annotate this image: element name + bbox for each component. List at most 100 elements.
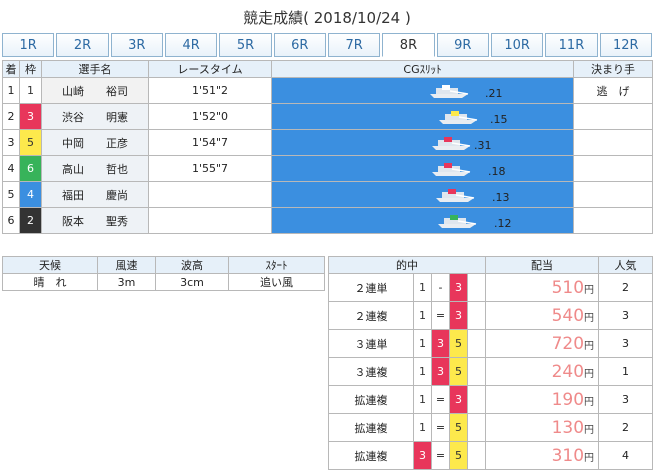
result-row: 6 2 阪本 聖秀 .12 bbox=[2, 207, 653, 234]
race-time: 1'54"7 bbox=[148, 129, 272, 156]
wave-value: 3cm bbox=[155, 273, 229, 291]
combo-separator: - bbox=[431, 273, 450, 302]
popularity-cell: 3 bbox=[598, 385, 654, 414]
race-tab-4r[interactable]: 4R bbox=[164, 33, 218, 57]
start-value: 追い風 bbox=[228, 273, 325, 291]
lane-cell: 3 bbox=[19, 103, 42, 130]
race-tab-9r[interactable]: 9R bbox=[436, 33, 489, 57]
result-row: 1 1 山崎 裕司 1'51"2.21 逃 げ bbox=[2, 77, 653, 104]
combo-spacer bbox=[466, 357, 487, 386]
boat-shape bbox=[438, 215, 477, 228]
result-row: 3 5 中岡 正彦 1'54"7 .31 bbox=[2, 129, 653, 156]
race-tabs: 1R 2R 3R 4R 5R 6R 7R 8R 9R 10R 11R 12R bbox=[2, 33, 652, 57]
results-header-row: 着 枠 選手名 レースタイム CGｽﾘｯﾄ 決まり手 bbox=[2, 60, 653, 78]
combo-separator: = bbox=[431, 301, 450, 330]
kimarite-cell bbox=[573, 207, 653, 234]
slit-value: .13 bbox=[492, 191, 510, 204]
header-kimarite: 決まり手 bbox=[573, 60, 653, 78]
payout-row: ２連複 1 = 3 540円 3 bbox=[328, 301, 654, 330]
amount-number: 720 bbox=[551, 333, 585, 354]
combo-second: 3 bbox=[449, 301, 468, 330]
bet-type: ３連複 bbox=[328, 357, 414, 386]
cg-slit-cell: .21 bbox=[271, 77, 574, 104]
popularity-cell: 3 bbox=[598, 301, 654, 330]
race-tab-8r[interactable]: 8R bbox=[382, 33, 435, 57]
boat-shape bbox=[432, 163, 471, 176]
combo-spacer bbox=[466, 413, 487, 442]
racer-name: 福田 慶尚 bbox=[41, 181, 149, 208]
boat-shape bbox=[430, 85, 469, 98]
cg-slit-cell: .15 bbox=[271, 103, 574, 130]
boat-icon bbox=[430, 135, 474, 151]
rank-cell: 3 bbox=[2, 129, 20, 156]
header-combo: 的中 bbox=[327, 256, 487, 274]
combo-second: 5 bbox=[449, 413, 468, 442]
result-row: 2 3 渋谷 明憲 1'52"0 .15 bbox=[2, 103, 653, 130]
header-wind: 風速 bbox=[97, 256, 156, 274]
boat-shape bbox=[436, 189, 475, 202]
lane-cell: 4 bbox=[19, 181, 42, 208]
race-tab-12r[interactable]: 12R bbox=[599, 33, 652, 57]
combo-first: 1 bbox=[413, 301, 432, 330]
lane-cell: 6 bbox=[19, 155, 42, 182]
combo-spacer bbox=[466, 385, 487, 414]
race-tab-5r[interactable]: 5R bbox=[219, 33, 272, 57]
boat-icon bbox=[428, 83, 472, 99]
payout-amount: 720円 bbox=[485, 329, 600, 358]
header-name: 選手名 bbox=[41, 60, 149, 78]
boat-shape bbox=[439, 111, 478, 124]
racer-name: 山崎 裕司 bbox=[41, 77, 149, 104]
amount-number: 540 bbox=[551, 305, 585, 326]
yen-unit: 円 bbox=[584, 396, 595, 408]
amount-number: 130 bbox=[551, 417, 585, 438]
race-tab-3r[interactable]: 3R bbox=[110, 33, 163, 57]
race-time: 1'51"2 bbox=[148, 77, 272, 104]
boat-icon bbox=[437, 109, 481, 125]
combo-first: 1 bbox=[413, 357, 432, 386]
rank-cell: 5 bbox=[2, 181, 20, 208]
race-tab-2r[interactable]: 2R bbox=[56, 33, 109, 57]
payout-amount: 130円 bbox=[485, 413, 600, 442]
bet-type: 拡連複 bbox=[328, 441, 414, 470]
race-tab-10r[interactable]: 10R bbox=[490, 33, 544, 57]
kimarite-cell bbox=[573, 155, 653, 182]
lane-cell: 1 bbox=[19, 77, 42, 104]
header-popularity: 人気 bbox=[598, 256, 654, 274]
kimarite-cell bbox=[573, 103, 653, 130]
kimarite-cell: 逃 げ bbox=[573, 77, 653, 104]
cg-slit-cell: .12 bbox=[271, 207, 574, 234]
boat-icon bbox=[434, 187, 478, 203]
header-lane: 枠 bbox=[19, 60, 42, 78]
header-time: レースタイム bbox=[148, 60, 272, 78]
header-amount: 配当 bbox=[485, 256, 600, 274]
bet-type: ３連単 bbox=[328, 329, 414, 358]
rank-cell: 6 bbox=[2, 207, 20, 234]
payout-row: 拡連複 1 = 5 130円 2 bbox=[328, 413, 654, 442]
popularity-cell: 2 bbox=[598, 413, 654, 442]
payout-amount: 540円 bbox=[485, 301, 600, 330]
combo-second: 3 bbox=[449, 273, 468, 302]
race-tab-1r[interactable]: 1R bbox=[2, 33, 55, 57]
result-row: 4 6 高山 哲也 1'55"7 .18 bbox=[2, 155, 653, 182]
cg-slit-cell: .31 bbox=[271, 129, 574, 156]
bet-type: ２連複 bbox=[328, 301, 414, 330]
combo-second: 5 bbox=[449, 357, 468, 386]
combo-spacer bbox=[466, 301, 487, 330]
kimarite-cell bbox=[573, 129, 653, 156]
weather-header-row: 天候 風速 波高 ｽﾀｰﾄ bbox=[2, 256, 325, 274]
combo-second: 3 bbox=[449, 385, 468, 414]
combo-second: 5 bbox=[449, 329, 468, 358]
racer-name: 渋谷 明憲 bbox=[41, 103, 149, 130]
yen-unit: 円 bbox=[584, 284, 595, 296]
boat-shape bbox=[432, 137, 471, 150]
yen-unit: 円 bbox=[584, 340, 595, 352]
racer-name: 中岡 正彦 bbox=[41, 129, 149, 156]
race-tab-6r[interactable]: 6R bbox=[273, 33, 326, 57]
payout-row: 拡連複 1 = 3 190円 3 bbox=[328, 385, 654, 414]
race-tab-7r[interactable]: 7R bbox=[327, 33, 381, 57]
slit-value: .15 bbox=[490, 113, 508, 126]
combo-first: 1 bbox=[413, 329, 432, 358]
combo-first: 1 bbox=[413, 273, 432, 302]
payout-amount: 310円 bbox=[485, 441, 600, 470]
race-tab-11r[interactable]: 11R bbox=[545, 33, 598, 57]
